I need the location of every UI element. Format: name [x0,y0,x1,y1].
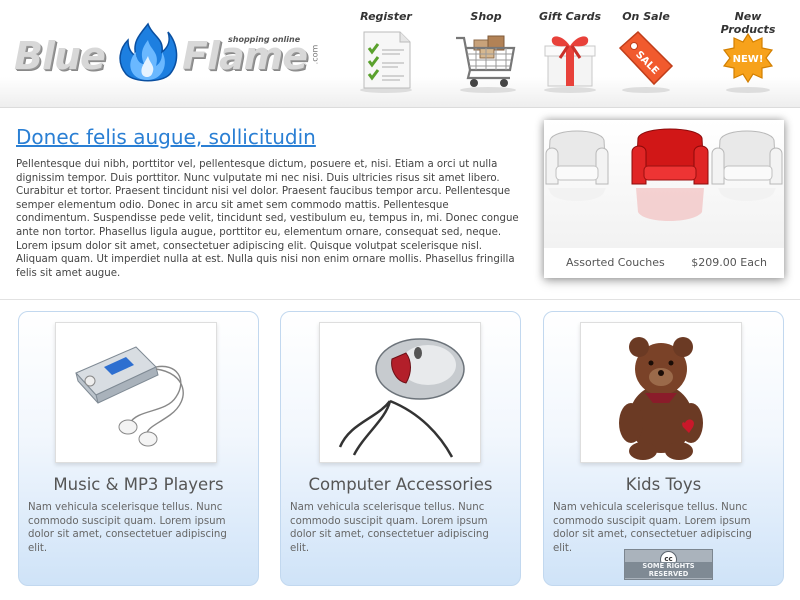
category-photo-frame [319,322,481,463]
nav-new-products[interactable]: New Products NEW! [708,8,788,100]
site-logo[interactable]: Blue Flame shopping online .com [12,20,322,88]
category-description: Nam vehicula scelerisque tellus. Nunc co… [28,502,227,554]
nav-on-sale[interactable]: On Sale SALE [606,8,686,100]
nav-register-label: Register [360,10,412,23]
category-description: Nam vehicula scelerisque tellus. Nunc co… [553,502,752,554]
site-header: Blue Flame shopping online .com Register… [0,0,800,108]
logo-tagline: shopping online [228,35,301,44]
nav-gift-cards[interactable]: Gift Cards [530,8,610,100]
cc-badge-text: SOME RIGHTS RESERVED [625,562,712,578]
sale-tag-icon: SALE [618,30,674,93]
section-divider [0,299,800,300]
logo-word-blue: Blue [14,34,106,78]
category-description: Nam vehicula scelerisque tellus. Nunc co… [290,502,489,554]
category-photo-frame [580,322,742,463]
mp3-player-photo [75,346,184,447]
featured-product-name: Assorted Couches [566,256,665,269]
category-card-music[interactable]: Music & MP3 Players Nam vehicula sceleri… [18,311,259,586]
category-title: Computer Accessories [308,475,493,494]
feature-title-link[interactable]: Donec felis augue, sollicitudin [16,125,316,149]
nav-gift-cards-label: Gift Cards [538,10,601,23]
new-starburst-icon: NEW! [722,32,774,93]
nav-register[interactable]: Register [346,8,426,100]
logo-dot-com: .com [310,44,320,65]
gift-box-icon [544,36,596,93]
teddy-bear-photo [619,337,703,460]
featured-product-card[interactable]: Assorted Couches $209.00 Each [544,120,784,278]
main-nav: Register Shop Gift Cards On Sale SALE Ne… [354,8,800,100]
checklist-icon [360,31,412,93]
armchairs-photo [544,120,784,248]
nav-shop-label: Shop [470,10,502,23]
feature-body-text: Pellentesque dui nibh, porttitor vel, pe… [16,159,519,279]
flame-icon [119,22,178,82]
category-photo-frame [55,322,217,463]
new-badge-text: NEW! [733,54,764,65]
creative-commons-badge[interactable]: cc SOME RIGHTS RESERVED [624,549,713,580]
category-title: Music & MP3 Players [53,475,224,494]
category-card-computer[interactable]: Computer Accessories Nam vehicula sceler… [280,311,521,586]
nav-shop[interactable]: Shop [446,8,526,100]
category-card-toys[interactable]: Kids Toys Nam vehicula scelerisque tellu… [543,311,784,586]
shopping-cart-icon [456,35,516,93]
category-title: Kids Toys [625,475,702,494]
nav-on-sale-label: On Sale [622,10,670,23]
computer-mouse-photo [338,338,465,458]
featured-product-price: $209.00 Each [691,256,767,269]
